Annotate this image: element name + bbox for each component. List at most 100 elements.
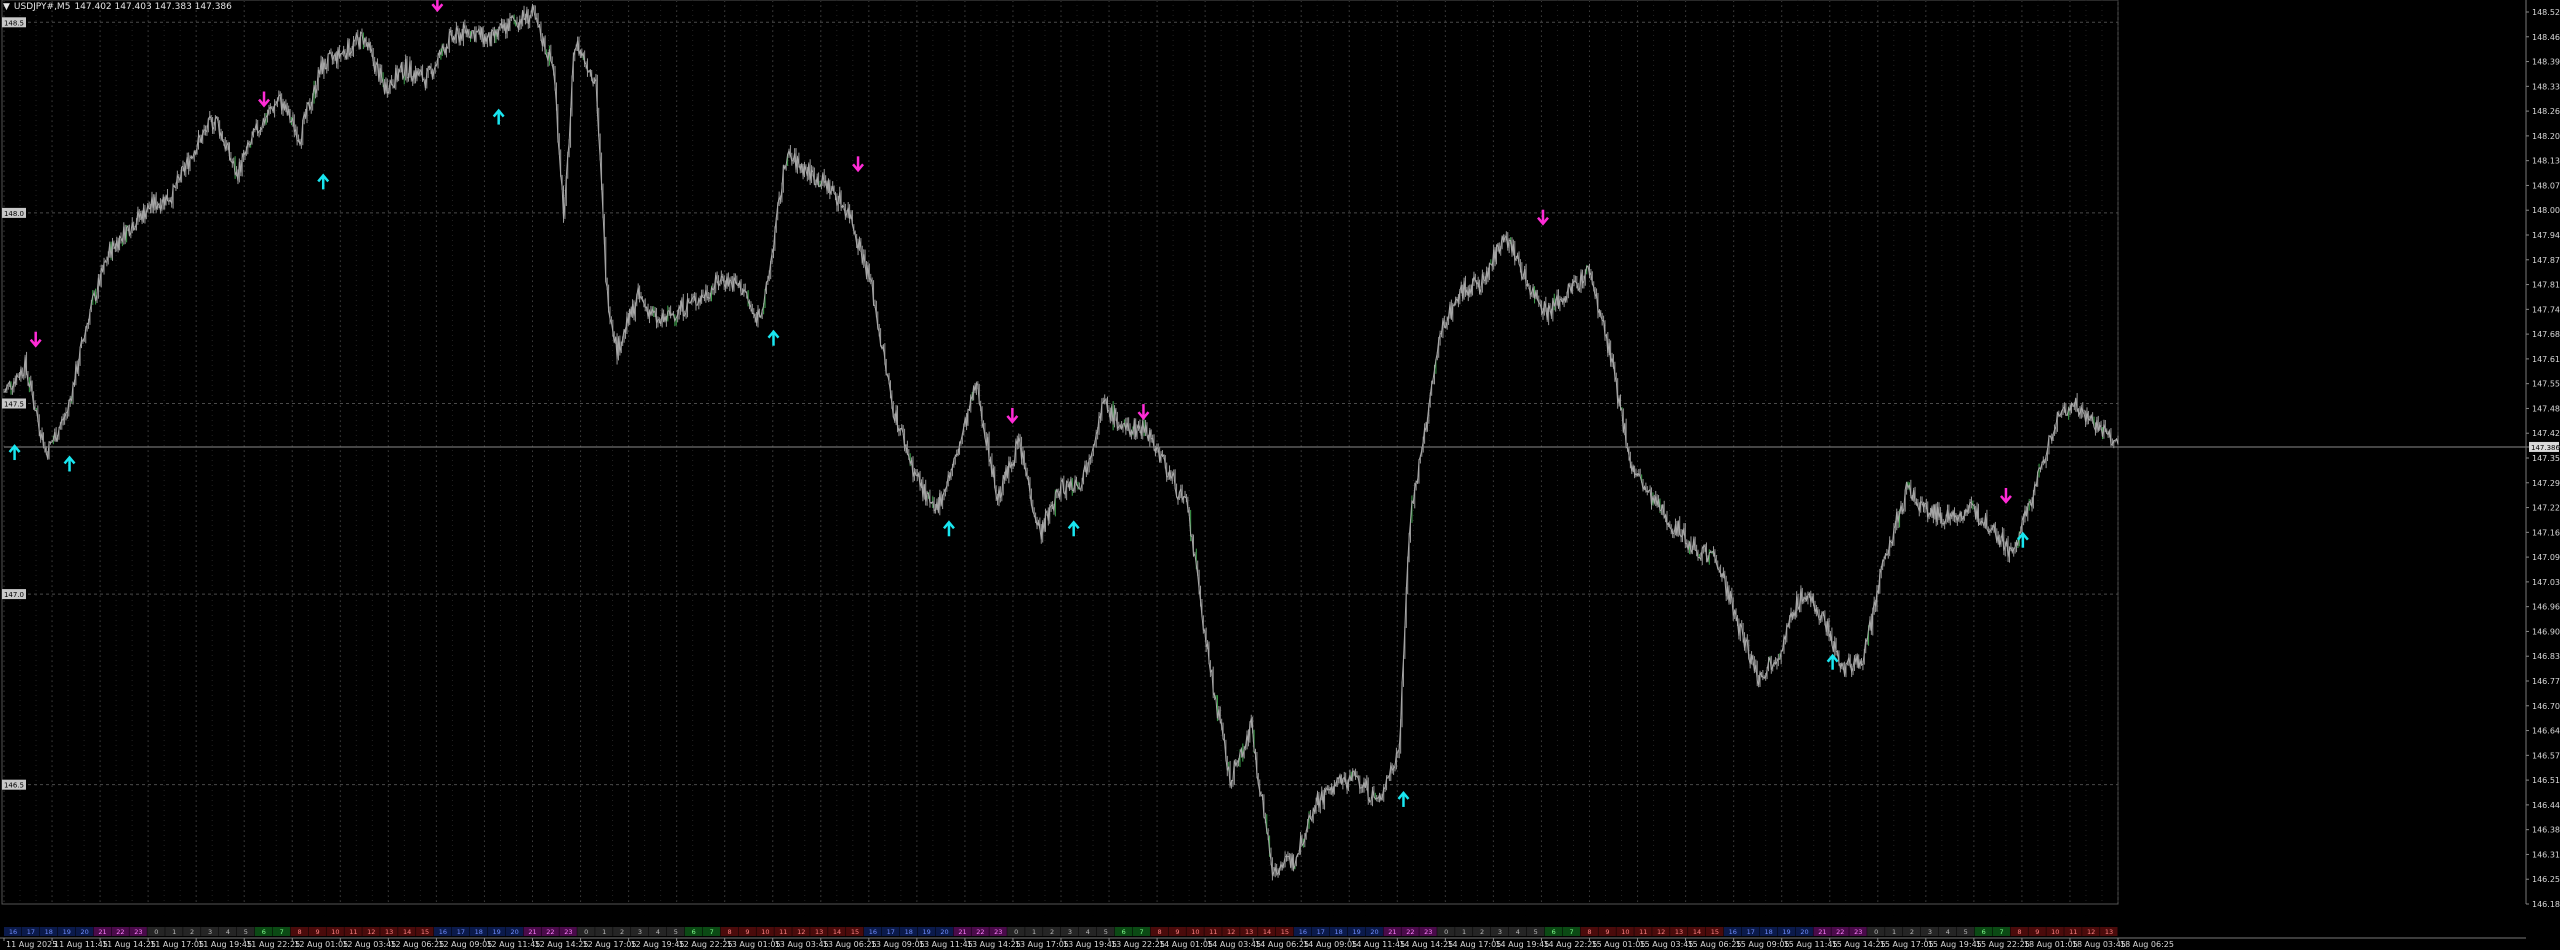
- scale-label: 146.577: [2532, 751, 2560, 760]
- time-axis[interactable]: 11 Aug 202511 Aug 11:4511 Aug 14:2511 Au…: [0, 937, 2526, 949]
- time-label: 14 Aug 06:25: [1255, 940, 1309, 949]
- session-hour-label: 23: [134, 928, 142, 936]
- session-hour-label: 7: [1140, 928, 1144, 936]
- level-tag-label: 148.5: [4, 19, 24, 27]
- triangle-down-icon[interactable]: ▼: [3, 2, 10, 12]
- session-hour-label: 0: [154, 928, 158, 936]
- session-hour-label: 19: [1782, 928, 1790, 936]
- level-tags: 148.5 148.0 147.5 147.0 146.5: [2, 17, 26, 790]
- session-hour-label: 9: [1605, 928, 1609, 936]
- session-hour-label: 8: [2017, 928, 2021, 936]
- session-hour-label: 8: [298, 928, 302, 936]
- session-hour-label: 5: [244, 928, 248, 936]
- session-hour-label: 19: [1352, 928, 1360, 936]
- session-hour-label: 2: [1910, 928, 1914, 936]
- time-label: 15 Aug 06:25: [1688, 940, 1742, 949]
- scale-label: 146.642: [2532, 727, 2560, 736]
- time-label: 15 Aug 09:05: [1736, 940, 1790, 949]
- chart-window[interactable]: 148.5 148.0 147.5 147.0 146.5 148.5 2 7 148.462…: [0, 0, 2560, 950]
- session-hour-label: 19: [63, 928, 71, 936]
- session-hour-label: 8: [727, 928, 731, 936]
- scale-label: 146.902: [2532, 627, 2560, 636]
- buy-arrow-icon: [317, 173, 330, 190]
- session-hour-label: 16: [1299, 928, 1307, 936]
- session-hour-label: 6: [1552, 928, 1556, 936]
- scale-label: 146.447: [2532, 801, 2560, 810]
- session-hour-label: 18: [905, 928, 913, 936]
- scale-label: 146.382: [2532, 826, 2560, 835]
- session-hour-label: 21: [1388, 928, 1396, 936]
- sell-arrow-icon: [29, 331, 42, 348]
- scale-label: 148.332: [2532, 82, 2560, 91]
- session-hour-label: 17: [1747, 928, 1755, 936]
- session-hour-label: 3: [1498, 928, 1502, 936]
- price-scale[interactable]: 148.527 148.462 148.397 148.332 148.267 148.2…: [2525, 0, 2560, 909]
- time-label: 15 Aug 01:05: [1592, 940, 1646, 949]
- session-hour-label: 18: [1335, 928, 1343, 936]
- session-hour-label: 22: [546, 928, 554, 936]
- sell-arrow-icon: [1537, 209, 1549, 226]
- session-hour-label: 7: [710, 928, 714, 936]
- session-hour-label: 16: [439, 928, 447, 936]
- session-hour-label: 6: [692, 928, 696, 936]
- buy-arrow-icon: [942, 520, 955, 537]
- session-hour-label: 20: [1370, 928, 1378, 936]
- session-hour-label: 6: [1982, 928, 1986, 936]
- session-hour-label: 4: [1086, 928, 1090, 936]
- time-label: 12 Aug 06:25: [390, 940, 444, 949]
- session-hour-label: 16: [869, 928, 877, 936]
- ohlc-values: 147.402 147.403 147.383 147.386: [74, 2, 232, 12]
- time-label: 14 Aug 19:45: [1495, 940, 1549, 949]
- buy-arrow-icon: [8, 444, 21, 461]
- session-hour-label: 3: [638, 928, 642, 936]
- sell-arrow-icon: [1006, 407, 1019, 424]
- session-hour-label: 9: [2035, 928, 2039, 936]
- session-hour-label: 18: [45, 928, 53, 936]
- scale-label: 148.462: [2532, 33, 2560, 42]
- time-label: 15 Aug 11:45: [1784, 940, 1838, 949]
- session-hour-label: 0: [1444, 928, 1448, 936]
- session-hour-label: 2: [620, 928, 624, 936]
- session-hour-label: 4: [226, 928, 230, 936]
- session-hour-label: 1: [1462, 928, 1466, 936]
- grid-lines: [1, 0, 2119, 905]
- sell-arrow-icon: [1137, 404, 1150, 421]
- session-hour-label: 23: [564, 928, 572, 936]
- scale-label: 147.747: [2532, 305, 2560, 314]
- session-hour-label: 14: [1263, 928, 1271, 936]
- sell-arrow-icon: [1999, 487, 2012, 504]
- time-label: 14 Aug 01:05: [1159, 940, 1213, 949]
- session-hour-label: 12: [367, 928, 375, 936]
- level-tag-label: 147.0: [4, 591, 24, 599]
- session-hour-label: 0: [584, 928, 588, 936]
- scale-label: 147.487: [2532, 404, 2560, 413]
- scale-label: 146.512: [2532, 776, 2560, 785]
- time-label: 11 Aug 11:45: [54, 940, 108, 949]
- session-hour-label: 22: [976, 928, 984, 936]
- session-hour-label: 1: [1892, 928, 1896, 936]
- time-label: 11 Aug 22:25: [246, 940, 300, 949]
- session-hour-label: 12: [797, 928, 805, 936]
- time-label: 14 Aug 11:45: [1351, 940, 1405, 949]
- sell-arrow-icon: [258, 91, 270, 108]
- price-chart[interactable]: 148.5 148.0 147.5 147.0 146.5 148.5 2 7 148.462…: [0, 0, 2560, 950]
- time-label: 13 Aug 06:25: [823, 940, 877, 949]
- scale-label: 147.032: [2532, 578, 2560, 587]
- scale-label: 147.292: [2532, 479, 2560, 488]
- session-hour-label: 20: [80, 928, 88, 936]
- time-label: 11 Aug 2025: [6, 940, 57, 949]
- time-label: 18 Aug 01:05: [2024, 940, 2078, 949]
- session-hour-label: 21: [98, 928, 106, 936]
- session-hour-label: 8: [1157, 928, 1161, 936]
- session-hour-label: 22: [1406, 928, 1414, 936]
- time-label: 12 Aug 09:05: [438, 940, 492, 949]
- scale-label: 148.267: [2532, 107, 2560, 116]
- session-hour-label: 15: [1281, 928, 1289, 936]
- time-label: 12 Aug 22:25: [679, 940, 733, 949]
- scale-label: 148.137: [2532, 157, 2560, 166]
- session-hour-label: 17: [1317, 928, 1325, 936]
- session-hour-label: 21: [528, 928, 536, 936]
- session-hour-label: 20: [940, 928, 948, 936]
- session-hour-label: 5: [1104, 928, 1108, 936]
- scale-label: 147.812: [2532, 281, 2560, 290]
